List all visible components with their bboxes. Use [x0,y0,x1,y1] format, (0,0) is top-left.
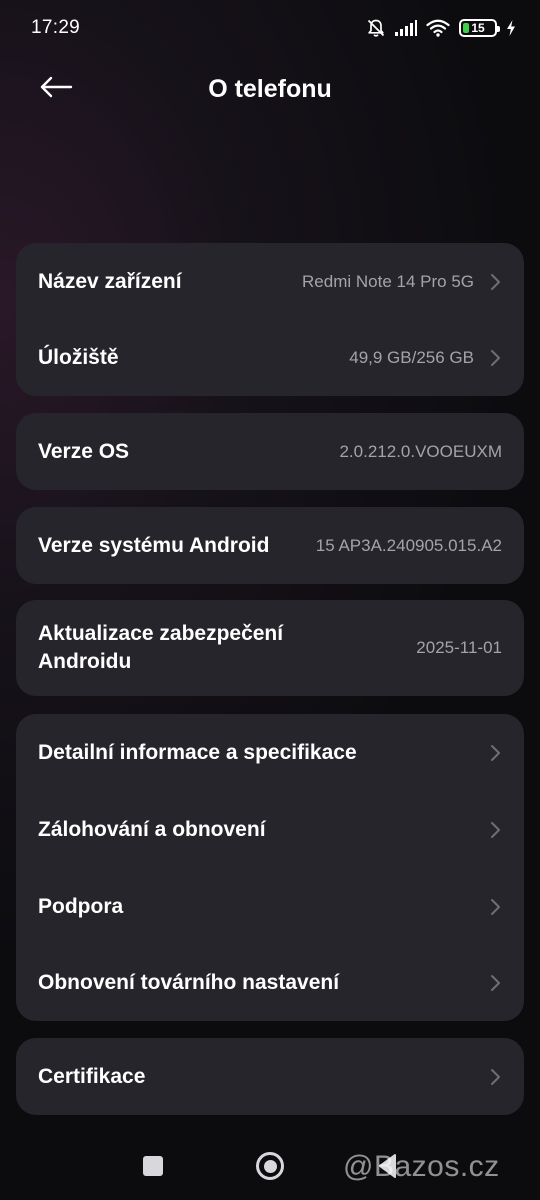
storage-value: 49,9 GB/256 GB [349,347,474,367]
android-version-row[interactable]: Verze systému Android 15 AP3A.240905.015… [16,507,524,584]
page-title: O telefonu [208,74,332,103]
battery-icon: 15 [459,19,500,37]
status-icons: 15 [366,18,516,38]
chevron-right-icon [491,349,500,366]
arrow-left-icon [39,76,73,103]
factory-reset-label: Obnovení továrního nastavení [38,970,340,994]
watermark: @Bazos.cz [343,1150,500,1183]
security-update-value: 2025-11-01 [416,638,502,657]
back-button[interactable] [36,74,76,104]
device-name-value: Redmi Note 14 Pro 5G [302,271,474,291]
security-update-label-line1: Aktualizace zabezpečení [38,622,284,645]
chevron-right-icon [491,273,500,290]
os-version-card: Verze OS 2.0.212.0.VOOEUXM [16,413,524,490]
more-options-card: Detailní informace a specifikace Zálohov… [16,714,524,1021]
certifications-label: Certifikace [38,1064,146,1088]
home-circle-icon[interactable] [256,1152,284,1180]
security-update-row[interactable]: Aktualizace zabezpečení Androidu 2025-11… [16,600,524,696]
recents-square-icon[interactable] [143,1156,163,1176]
os-version-label: Verze OS [38,439,130,463]
security-update-label-line2: Androidu [38,650,132,673]
support-label: Podpora [38,894,124,918]
signal-icon [395,20,417,36]
chevron-right-icon [491,821,500,838]
chevron-right-icon [491,898,500,915]
support-row[interactable]: Podpora [16,868,524,945]
battery-fill [463,23,469,33]
chevron-right-icon [491,1068,500,1085]
security-update-card: Aktualizace zabezpečení Androidu 2025-11… [16,600,524,696]
chevron-right-icon [491,744,500,761]
android-version-card: Verze systému Android 15 AP3A.240905.015… [16,507,524,584]
device-name-row[interactable]: Název zařízení Redmi Note 14 Pro 5G [16,243,524,320]
security-update-label: Aktualizace zabezpečení Androidu [38,620,404,676]
certifications-card: Certifikace [16,1038,524,1115]
battery-level: 15 [471,21,485,35]
android-version-value: 15 AP3A.240905.015.A2 [315,535,502,555]
device-name-label: Název zařízení [38,269,182,293]
os-version-row[interactable]: Verze OS 2.0.212.0.VOOEUXM [16,413,524,490]
backup-row[interactable]: Zálohování a obnovení [16,791,524,868]
header: O telefonu [0,62,540,116]
device-card: Název zařízení Redmi Note 14 Pro 5G Úlož… [16,243,524,396]
storage-label: Úložiště [38,345,119,369]
status-bar: 17:29 15 [0,0,540,56]
charging-icon [506,20,516,36]
certifications-row[interactable]: Certifikace [16,1038,524,1115]
storage-row[interactable]: Úložiště 49,9 GB/256 GB [16,319,524,396]
status-time: 17:29 [31,17,81,38]
chevron-right-icon [491,974,500,991]
os-version-value: 2.0.212.0.VOOEUXM [339,441,502,461]
details-label: Detailní informace a specifikace [38,740,357,764]
details-row[interactable]: Detailní informace a specifikace [16,714,524,791]
factory-reset-row[interactable]: Obnovení továrního nastavení [16,944,524,1021]
backup-label: Zálohování a obnovení [38,817,266,841]
wifi-icon [426,19,450,37]
bell-muted-icon [366,18,386,38]
android-version-label: Verze systému Android [38,533,270,557]
